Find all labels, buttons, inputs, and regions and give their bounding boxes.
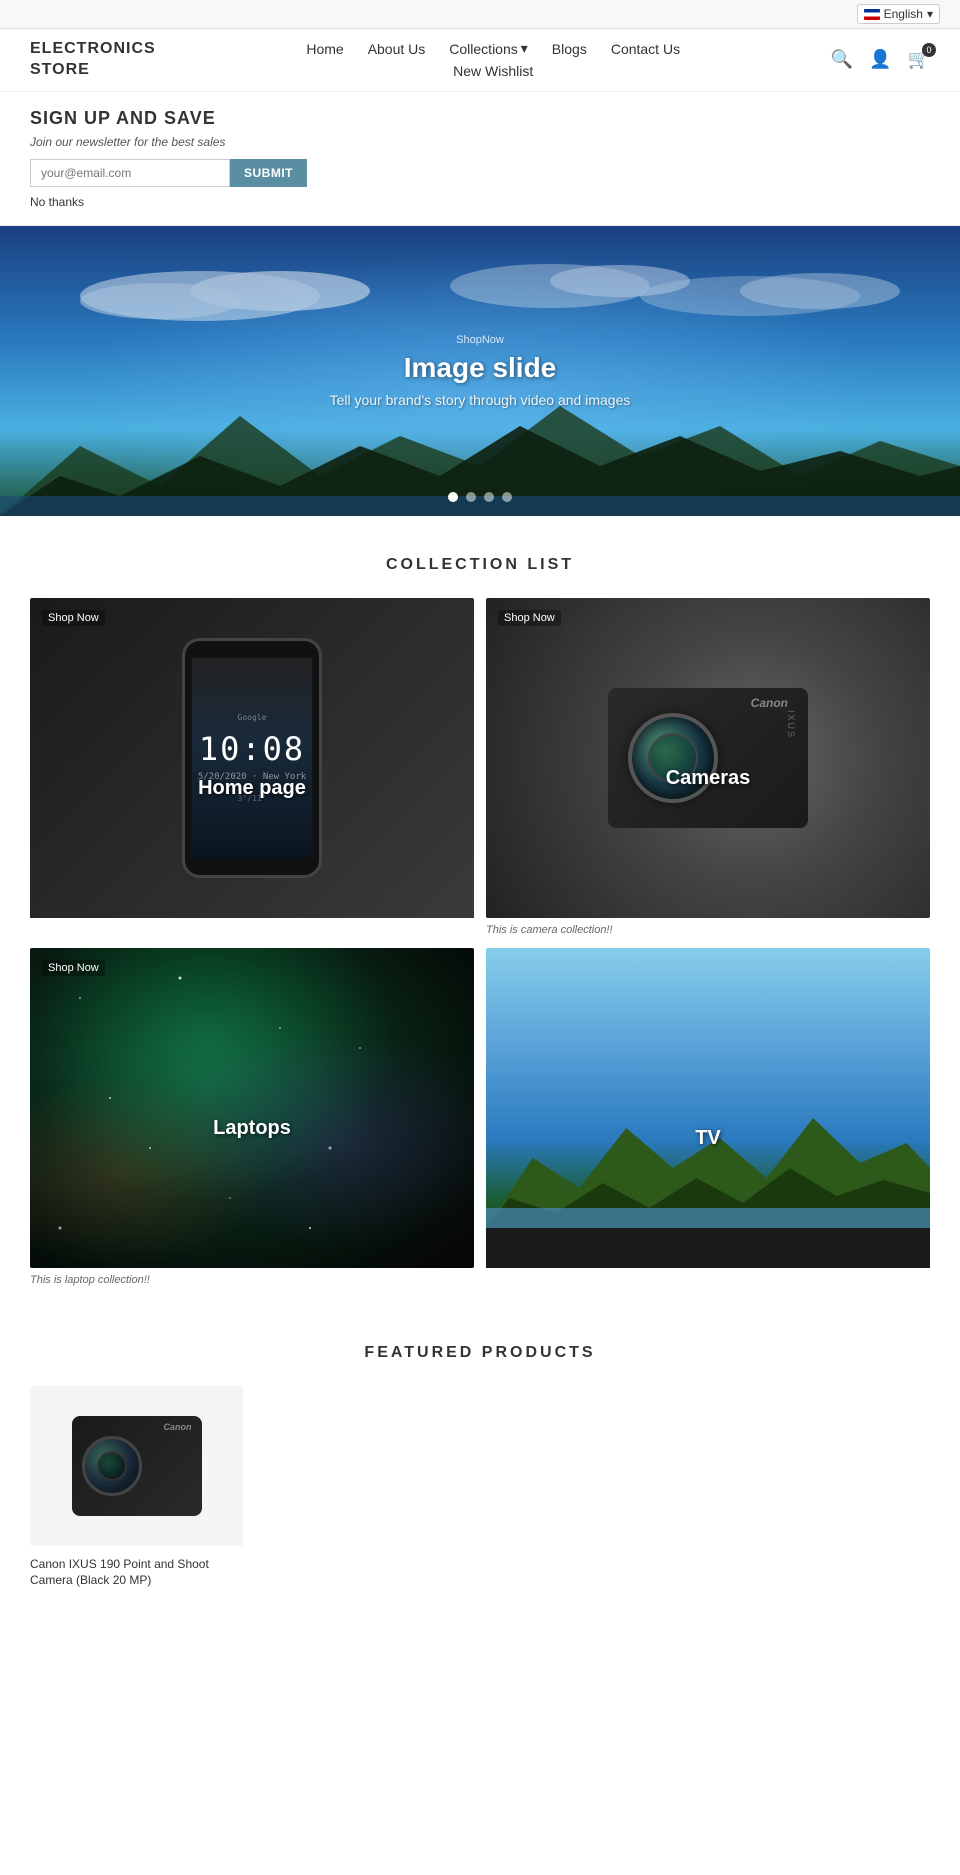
- product-camera-image: Canon: [72, 1416, 202, 1516]
- newsletter-subtext: Join our newsletter for the best sales: [30, 135, 930, 149]
- submit-button[interactable]: SUBMIT: [230, 159, 307, 187]
- product-lens-inner: [97, 1451, 127, 1481]
- account-icon[interactable]: 👤: [869, 49, 891, 70]
- product-card-canon-ixus[interactable]: Canon Canon IXUS 190 Point and Shoot Cam…: [30, 1386, 243, 1590]
- nav-about[interactable]: About Us: [368, 41, 426, 57]
- product-grid: Canon Canon IXUS 190 Point and Shoot Cam…: [30, 1386, 930, 1590]
- collection-label-tv: TV: [695, 1127, 721, 1150]
- product-camera-lens: [82, 1436, 142, 1496]
- cart-icon[interactable]: 🛒 0: [908, 49, 930, 70]
- collection-list-section: COLLECTION LIST Google 10:08 5/20/2020 ·…: [0, 516, 960, 1314]
- chevron-down-icon: ▾: [927, 7, 933, 21]
- collection-item-tv[interactable]: TV: [486, 948, 930, 1286]
- featured-products-title: FEATURED PRODUCTS: [30, 1344, 930, 1362]
- hero-content: ShopNow Image slide Tell your brand's st…: [330, 334, 631, 408]
- shop-now-tag-cameras[interactable]: Shop Now: [498, 610, 561, 626]
- collection-overlay-laptops: Shop Now: [30, 948, 474, 1268]
- slider-dot-4[interactable]: [502, 492, 512, 502]
- collection-bg-tv: [486, 948, 930, 1268]
- collection-list-title: COLLECTION LIST: [30, 556, 930, 574]
- slider-dot-3[interactable]: [484, 492, 494, 502]
- tv-mountains: [486, 1108, 930, 1228]
- collection-desc-laptops: This is laptop collection!!: [30, 1274, 474, 1286]
- slider-dots: [448, 492, 512, 502]
- product-image-wrap: Canon: [30, 1386, 243, 1546]
- logo[interactable]: ELECTRONICS STORE: [30, 39, 156, 81]
- slider-dot-1[interactable]: [448, 492, 458, 502]
- no-thanks-link[interactable]: No thanks: [30, 195, 930, 209]
- collection-cameras-wrapper: Canon IXUS Shop Now Cameras This is came…: [486, 598, 930, 936]
- clouds-decoration: [0, 256, 960, 336]
- hero-slider: ShopNow Image slide Tell your brand's st…: [0, 226, 960, 516]
- collection-label-cameras: Cameras: [666, 767, 751, 790]
- nav-blogs[interactable]: Blogs: [552, 41, 587, 57]
- flag-icon: [864, 9, 880, 20]
- shop-now-tag-homepage[interactable]: Shop Now: [42, 610, 105, 626]
- newsletter-form: SUBMIT: [30, 159, 930, 187]
- hero-shop-now[interactable]: ShopNow: [330, 334, 631, 346]
- collection-laptops-wrapper: Shop Now Laptops This is laptop collecti…: [30, 948, 474, 1286]
- slider-dot-2[interactable]: [466, 492, 476, 502]
- newsletter-section: SIGN UP AND SAVE Join our newsletter for…: [0, 92, 960, 226]
- collection-grid: Google 10:08 5/20/2020 · New York 3°/11°…: [30, 598, 930, 1286]
- collection-item-homepage[interactable]: Google 10:08 5/20/2020 · New York 3°/11°…: [30, 598, 474, 936]
- featured-products-section: FEATURED PRODUCTS Canon Canon IXUS 190 P…: [0, 1314, 960, 1630]
- hero-title: Image slide: [330, 352, 631, 384]
- collection-overlay-cameras: Shop Now: [486, 598, 930, 918]
- collection-label-laptops: Laptops: [213, 1117, 291, 1140]
- header: ELECTRONICS STORE Home About Us Collecti…: [0, 29, 960, 92]
- collection-item-laptops[interactable]: Shop Now Laptops: [30, 948, 474, 1268]
- shop-now-tag-laptops[interactable]: Shop Now: [42, 960, 105, 976]
- language-selector[interactable]: English ▾: [857, 4, 940, 24]
- tv-stand-bar: [486, 1228, 930, 1268]
- newsletter-heading: SIGN UP AND SAVE: [30, 108, 930, 129]
- nav-wishlist[interactable]: New Wishlist: [453, 63, 533, 79]
- language-label: English: [884, 7, 923, 21]
- nav-contact[interactable]: Contact Us: [611, 41, 680, 57]
- nav-collections[interactable]: Collections ▾: [449, 40, 528, 57]
- main-nav: Home About Us Collections ▾ Blogs Contac…: [306, 40, 680, 79]
- header-icons: 🔍 👤 🛒 0: [831, 49, 930, 70]
- collection-label-homepage: Home page: [198, 777, 306, 800]
- collection-overlay-homepage: Shop Now: [30, 598, 474, 936]
- collection-desc-cameras: This is camera collection!!: [486, 924, 930, 936]
- top-bar: English ▾: [0, 0, 960, 29]
- nav-bottom-row: New Wishlist: [453, 63, 533, 79]
- hero-subtitle: Tell your brand's story through video an…: [330, 392, 631, 408]
- cart-badge: 0: [922, 43, 936, 57]
- collection-item-cameras[interactable]: Canon IXUS Shop Now Cameras: [486, 598, 930, 918]
- nav-home[interactable]: Home: [306, 41, 343, 57]
- email-input[interactable]: [30, 159, 230, 187]
- nav-top-row: Home About Us Collections ▾ Blogs Contac…: [306, 40, 680, 57]
- search-icon[interactable]: 🔍: [831, 49, 853, 70]
- product-name: Canon IXUS 190 Point and Shoot Camera (B…: [30, 1556, 243, 1590]
- chevron-down-icon: ▾: [521, 40, 528, 57]
